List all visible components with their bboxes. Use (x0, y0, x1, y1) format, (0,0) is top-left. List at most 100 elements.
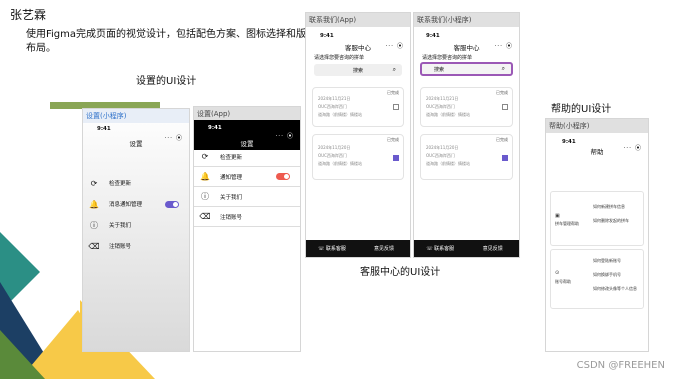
description-text: 使用Figma完成页面的视觉设计，包括配色方案、图标选择和版面布局。 (26, 29, 317, 54)
author-name: 张艺霖 (10, 8, 47, 22)
account-icon: ⊙ (555, 270, 560, 276)
order-card[interactable]: 已完成 2024年11月21日 OUC西海岸西门 道海路（前情楼）情楼站 (420, 87, 513, 127)
help-question[interactable]: 如何删除发起的拼车 (593, 218, 629, 224)
item-label: 关于我们 (109, 223, 132, 229)
order-status: 已完成 (387, 90, 399, 95)
consult-prompt: 请选择您要咨询的拼单 (422, 55, 473, 61)
help-mini-header: 帮助(小程序) (546, 119, 648, 133)
page-title: 帮助 (590, 148, 604, 156)
order-to: 道海路（前情楼）情楼站 (426, 112, 470, 117)
help-category: 拼车管理帮助 (555, 221, 579, 226)
service-mini-header: 联系我们(小程序) (414, 13, 519, 27)
settings-app-header: 设置(App) (194, 107, 300, 121)
settings-app-phone: 设置(App) 9:41 ··· ⦿ 设置 ⟳ 检查更新 🔔 通知管理 ⓘ 关于… (193, 106, 301, 352)
settings-item-delete-account[interactable]: ⌫ 注销账号 (83, 236, 189, 256)
select-checkbox[interactable] (393, 155, 399, 161)
bell-icon: 🔔 (89, 199, 99, 209)
order-date: 2024年11月20日 (318, 145, 351, 150)
delete-icon: ⌫ (88, 241, 100, 251)
order-card[interactable]: 已完成 2024年11月20日 OUC西海岸西门 道海路（前情楼）情楼站 (420, 134, 513, 180)
item-label: 检查更新 (109, 181, 132, 187)
select-checkbox[interactable] (502, 104, 508, 110)
help-question[interactable]: 如何新建拼车信息 (593, 204, 625, 210)
caption-help: 帮助的UI设计 (551, 104, 612, 115)
feedback-button[interactable]: 意见反馈 (358, 245, 410, 252)
order-card[interactable]: 已完成 2024年11月21日 OUC西海岸西门 道海路（前情楼）情楼站 (312, 87, 404, 127)
bottom-action-bar: ☏ 联系客服 意见反馈 (306, 240, 410, 257)
refresh-icon: ⟳ (90, 178, 98, 188)
service-app-header: 联系我们(App) (306, 13, 410, 27)
item-label: 注销账号 (109, 244, 132, 250)
help-group-account: ⊙ 账号帮助 如何登陆新账号 如何换绑手机号 如何修改头像等个人信息 (550, 249, 644, 309)
refresh-icon: ⟳ (201, 152, 209, 161)
order-status: 已完成 (496, 90, 508, 95)
settings-item-check-update[interactable]: ⟳ 检查更新 (194, 147, 300, 167)
page-title: 设置 (129, 140, 143, 148)
feedback-button[interactable]: 意见反馈 (467, 245, 520, 252)
item-label: 消息通知管理 (109, 202, 143, 208)
help-question[interactable]: 如何修改头像等个人信息 (593, 286, 637, 292)
settings-item-about[interactable]: ⓘ 关于我们 (194, 187, 300, 207)
bell-icon: 🔔 (200, 172, 210, 181)
contact-service-button[interactable]: ☏ 联系客服 (306, 245, 358, 252)
caption-settings: 设置的UI设计 (136, 76, 197, 87)
search-label: 搜索 (434, 66, 445, 73)
order-status: 已完成 (387, 137, 399, 142)
help-mini-phone: 帮助(小程序) 9:41 ··· ⦿ 帮助 ▣ 拼车管理帮助 如何新建拼车信息 … (545, 118, 649, 352)
status-time: 9:41 (97, 126, 111, 132)
delete-icon: ⌫ (199, 212, 211, 221)
settings-item-about[interactable]: ⓘ 关于我们 (83, 215, 189, 235)
status-time: 9:41 (426, 33, 440, 39)
search-icon: ⌕ (392, 66, 396, 73)
status-time: 9:41 (208, 125, 222, 131)
order-to: 道海路（前情楼）情楼站 (318, 161, 362, 166)
car-icon: ▣ (555, 213, 560, 219)
bottom-action-bar: ☏ 联系客服 意见反馈 (414, 240, 519, 257)
settings-item-notifications[interactable]: 🔔 消息通知管理 (83, 194, 189, 214)
settings-item-delete-account[interactable]: ⌫ 注销账号 (194, 207, 300, 227)
settings-item-check-update[interactable]: ⟳ 检查更新 (83, 173, 189, 193)
page-title: 客服中心 (453, 44, 480, 52)
select-checkbox[interactable] (502, 155, 508, 161)
item-label: 注销账号 (220, 214, 243, 221)
order-from: OUC西海岸西门 (318, 153, 347, 158)
order-from: OUC西海岸西门 (318, 104, 347, 109)
search-label: 搜索 (352, 67, 363, 74)
help-question[interactable]: 如何登陆新账号 (593, 258, 621, 264)
help-question[interactable]: 如何换绑手机号 (593, 272, 621, 278)
order-card[interactable]: 已完成 2024年11月20日 OUC西海岸西门 道海路（前情楼）情楼站 (312, 134, 404, 180)
notifications-toggle[interactable] (165, 200, 179, 208)
order-date: 2024年11月21日 (426, 96, 459, 101)
order-to: 道海路（前情楼）情楼站 (318, 112, 362, 117)
contact-service-button[interactable]: ☏ 联系客服 (414, 245, 467, 252)
status-time: 9:41 (320, 33, 334, 39)
settings-item-notifications[interactable]: 🔔 通知管理 (194, 167, 300, 187)
order-to: 道海路（前情楼）情楼站 (426, 161, 470, 166)
item-label: 通知管理 (220, 174, 243, 181)
select-checkbox[interactable] (393, 104, 399, 110)
order-from: OUC西海岸西门 (426, 153, 455, 158)
search-bar[interactable]: 搜索 ⌕ (314, 64, 402, 76)
order-from: OUC西海岸西门 (426, 104, 455, 109)
item-label: 检查更新 (220, 154, 243, 161)
order-date: 2024年11月20日 (426, 145, 459, 150)
caption-service: 客服中心的UI设计 (360, 267, 441, 278)
info-icon: ⓘ (90, 220, 98, 230)
help-category: 账号帮助 (555, 279, 571, 284)
order-date: 2024年11月21日 (318, 96, 351, 101)
search-bar[interactable]: 搜索 ⌕ (420, 62, 513, 76)
info-icon: ⓘ (201, 192, 209, 201)
help-group-carpool: ▣ 拼车管理帮助 如何新建拼车信息 如何删除发起的拼车 (550, 191, 644, 246)
page-title: 客服中心 (345, 44, 371, 52)
item-label: 关于我们 (220, 194, 243, 201)
service-mini-phone: 联系我们(小程序) 9:41 ··· ⦿ 客服中心 请选择您要咨询的拼单 搜索 … (413, 12, 520, 258)
settings-mini-header: 设置(小程序) (83, 109, 189, 123)
search-icon: ⌕ (501, 65, 505, 72)
service-app-phone: 联系我们(App) 9:41 ··· ⦿ 客服中心 请选择您要咨询的拼单 搜索 … (305, 12, 411, 258)
watermark: CSDN @FREEHEN (576, 360, 665, 371)
settings-mini-phone: 设置(小程序) 9:41 ··· ⦿ 设置 ⟳ 检查更新 🔔 消息通知管理 ⓘ … (82, 108, 190, 352)
status-time: 9:41 (562, 139, 576, 145)
order-status: 已完成 (496, 137, 508, 142)
notifications-toggle[interactable] (276, 173, 290, 180)
consult-prompt: 请选择您要咨询的拼单 (314, 55, 365, 61)
